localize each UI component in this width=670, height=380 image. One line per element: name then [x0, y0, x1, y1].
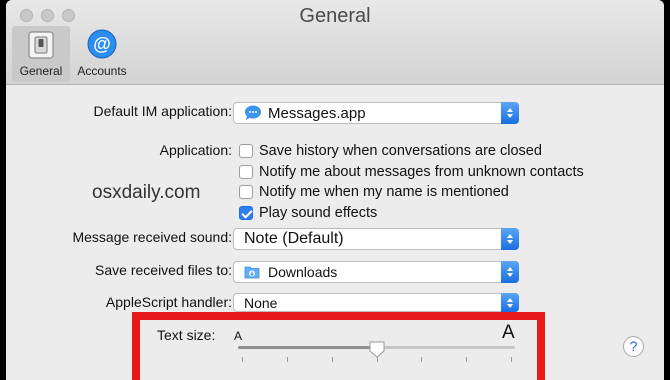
default-im-label: Default IM application: [93, 103, 232, 119]
watermark-text: osxdaily.com [92, 182, 201, 203]
notify-unknown-contacts-label: Notify me about messages from unknown co… [259, 164, 584, 180]
slider-tick [331, 357, 333, 362]
notify-name-mentioned-checkbox[interactable]: Notify me when my name is mentioned [239, 184, 509, 200]
applescript-value: None [244, 294, 278, 311]
checkbox-box-checked[interactable] [239, 206, 253, 220]
slider-tick [242, 357, 243, 362]
slider-tick [511, 357, 512, 362]
save-history-label: Save history when conversations are clos… [259, 143, 542, 159]
help-icon: ? [629, 338, 638, 354]
downloads-folder-icon [244, 266, 260, 279]
toolbar-tab-accounts-label: Accounts [77, 64, 127, 78]
general-switch-icon [28, 31, 54, 59]
chevron-updown-icon [501, 228, 519, 250]
default-im-value: Messages.app [268, 104, 366, 122]
application-label: Application: [159, 142, 232, 158]
slider-tick [421, 357, 423, 362]
checkbox-box[interactable] [239, 165, 253, 179]
help-button[interactable]: ? [623, 336, 644, 357]
titlebar: General General @ Accounts [6, 0, 664, 85]
message-sound-popup[interactable]: Note (Default) [233, 228, 519, 250]
notify-name-mentioned-label: Notify me when my name is mentioned [259, 184, 509, 200]
save-files-label: Save received files to: [95, 262, 232, 278]
save-history-checkbox[interactable]: Save history when conversations are clos… [239, 143, 542, 159]
messages-app-icon [245, 105, 261, 120]
text-size-slider-knob[interactable] [368, 340, 386, 358]
save-files-value: Downloads [268, 264, 338, 280]
message-sound-value: Note (Default) [244, 230, 344, 247]
chevron-updown-icon [501, 293, 519, 312]
applescript-label: AppleScript handler: [105, 294, 232, 310]
checkbox-box[interactable] [239, 185, 253, 199]
message-sound-label: Message received sound: [72, 229, 232, 245]
text-size-large-glyph: A [502, 322, 515, 343]
toolbar-tab-general[interactable]: General [12, 26, 70, 82]
play-sound-effects-label: Play sound effects [259, 205, 378, 221]
at-sign-icon: @ [87, 29, 117, 59]
default-im-popup[interactable]: Messages.app [233, 102, 519, 124]
play-sound-effects-checkbox[interactable]: Play sound effects [239, 205, 377, 221]
notify-unknown-contacts-checkbox[interactable]: Notify me about messages from unknown co… [239, 164, 584, 180]
slider-tick [286, 357, 288, 362]
text-size-slider-fill [238, 346, 377, 349]
toolbar-tab-accounts[interactable]: @ Accounts [72, 26, 132, 82]
window-title: General [299, 5, 371, 27]
slider-tick [466, 357, 468, 362]
svg-text:@: @ [93, 34, 111, 54]
applescript-popup[interactable]: None [233, 293, 519, 312]
checkbox-box[interactable] [239, 144, 253, 158]
chevron-updown-icon [501, 261, 519, 283]
save-files-popup[interactable]: Downloads [233, 261, 519, 283]
toolbar-tab-general-label: General [19, 64, 63, 78]
text-size-small-glyph: A [234, 329, 243, 343]
chevron-updown-icon [501, 102, 519, 124]
text-size-label: Text size: [157, 327, 216, 343]
